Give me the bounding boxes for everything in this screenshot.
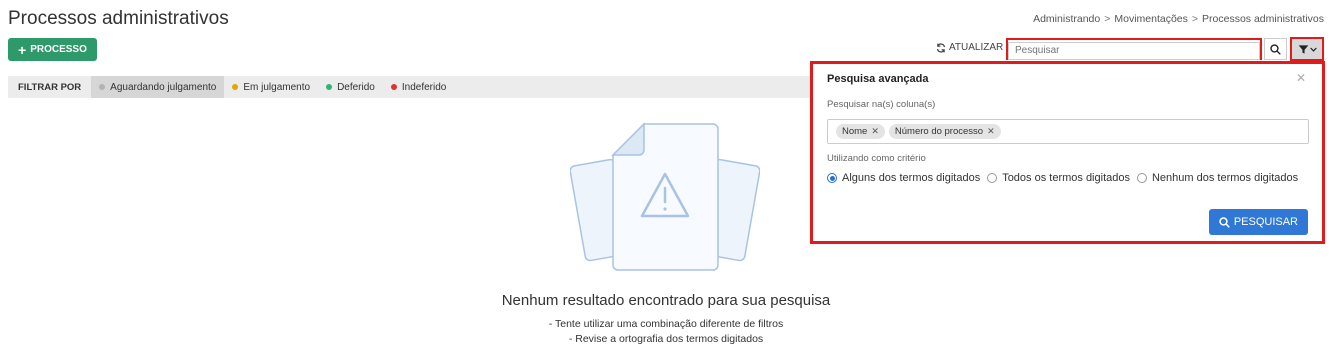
breadcrumb-item-movimentacoes[interactable]: Movimentações (1114, 13, 1188, 25)
columns-label: Pesquisar na(s) coluna(s) (827, 99, 936, 110)
filter-chip-label: Indeferido (401, 81, 447, 93)
filter-icon (1298, 44, 1308, 54)
search-input[interactable] (1008, 41, 1260, 60)
empty-state-title: Nenhum resultado encontrado para sua pes… (501, 292, 831, 309)
remove-tag-icon[interactable]: ✕ (871, 126, 879, 137)
columns-tag-input[interactable]: Nome ✕ Número do processo ✕ (827, 119, 1309, 144)
plus-icon: + (18, 41, 27, 58)
breadcrumb-item-current: Processos administrativos (1202, 13, 1324, 25)
page-title: Processos administrativos (8, 8, 229, 29)
breadcrumb-separator-icon: > (1104, 13, 1111, 25)
search-button[interactable] (1264, 38, 1287, 60)
search-icon (1219, 216, 1230, 228)
filter-chip-em-julgamento[interactable]: Em julgamento (224, 76, 318, 98)
search-icon (1270, 43, 1281, 55)
empty-state-tip: - Revise a ortografia dos termos digitad… (568, 333, 764, 345)
refresh-icon (936, 42, 946, 53)
column-tag: Número do processo ✕ (888, 124, 1001, 139)
advanced-filter-toggle[interactable] (1290, 37, 1324, 61)
chevron-down-icon (1309, 47, 1317, 52)
filter-chip-label: Em julgamento (243, 81, 311, 93)
criteria-option-all[interactable]: Todos os termos digitados (987, 172, 1130, 184)
empty-documents-illustration (570, 122, 760, 271)
radio-checked-icon[interactable] (827, 173, 837, 183)
criteria-option-label: Alguns dos termos digitados (842, 172, 981, 184)
criteria-radio-group: Alguns dos termos digitados Todos os ter… (827, 172, 1298, 184)
column-tag: Nome ✕ (836, 124, 885, 139)
status-dot-icon (326, 84, 333, 90)
criteria-label: Utilizando como critério (827, 153, 926, 164)
advanced-search-submit-button[interactable]: PESQUISAR (1208, 209, 1308, 235)
filter-label: FILTRAR POR (18, 81, 82, 93)
criteria-option-label: Nenhum dos termos digitados (1151, 172, 1299, 184)
criteria-option-some[interactable]: Alguns dos termos digitados (827, 172, 980, 184)
criteria-option-none[interactable]: Nenhum dos termos digitados (1136, 172, 1299, 184)
filter-chip-aguardando[interactable]: Aguardando julgamento (91, 76, 225, 98)
advanced-search-submit-label: PESQUISAR (1233, 216, 1298, 228)
status-dot-icon (99, 84, 106, 90)
criteria-option-label: Todos os termos digitados (1002, 172, 1130, 184)
filter-bar: FILTRAR POR Aguardando julgamento Em jul… (8, 76, 812, 98)
empty-state-tip: - Tente utilizar uma combinação diferent… (548, 318, 784, 330)
filter-chip-label: Deferido (337, 81, 375, 93)
status-dot-icon (390, 84, 397, 90)
new-process-button[interactable]: + PROCESSO (8, 38, 97, 61)
radio-icon[interactable] (987, 173, 998, 183)
filter-chip-indeferido[interactable]: Indeferido (383, 76, 454, 98)
close-icon[interactable]: ✕ (1296, 71, 1306, 85)
advanced-search-title: Pesquisa avançada (827, 73, 929, 85)
advanced-search-panel: Pesquisa avançada ✕ Pesquisar na(s) colu… (810, 61, 1325, 244)
status-dot-icon (232, 84, 239, 90)
search-box (1006, 38, 1262, 60)
column-tag-label: Nome (842, 126, 868, 137)
new-process-label: PROCESSO (30, 44, 87, 55)
filter-chip-label: Aguardando julgamento (110, 81, 217, 93)
refresh-button[interactable]: ATUALIZAR (936, 42, 1003, 53)
filter-chip-deferido[interactable]: Deferido (318, 76, 383, 98)
breadcrumb-item-administrando[interactable]: Administrando (1033, 13, 1100, 25)
breadcrumb-separator-icon: > (1191, 13, 1199, 25)
breadcrumb: Administrando > Movimentações > Processo… (1033, 13, 1324, 25)
column-tag-label: Número do processo (894, 126, 984, 137)
radio-icon[interactable] (1136, 173, 1147, 183)
refresh-label: ATUALIZAR (949, 42, 1004, 53)
remove-tag-icon[interactable]: ✕ (987, 126, 995, 137)
